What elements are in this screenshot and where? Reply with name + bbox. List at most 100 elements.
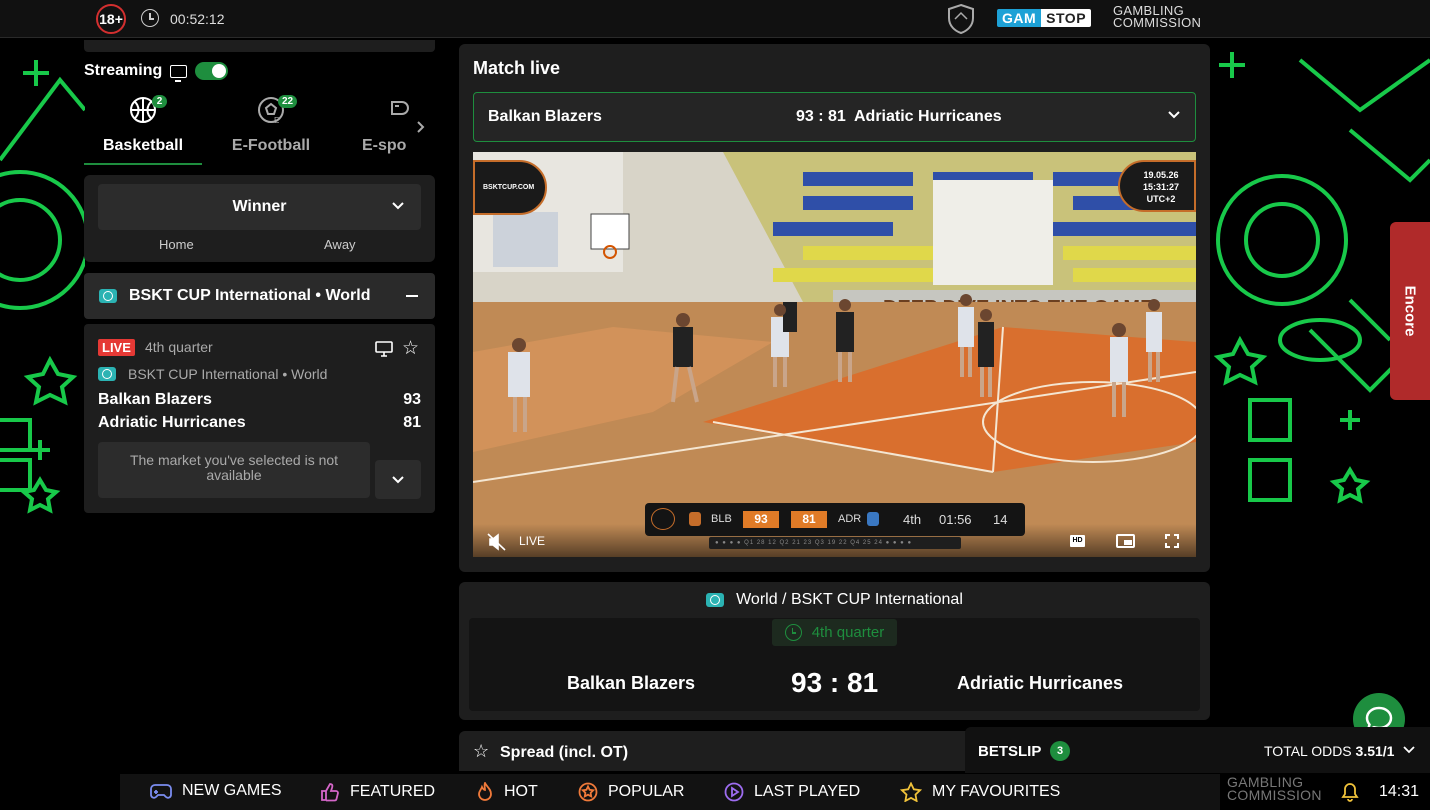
flame-icon: [478, 782, 492, 801]
fullscreen-icon[interactable]: [1165, 534, 1179, 548]
encore-side-tab[interactable]: Encore: [1390, 222, 1430, 400]
tab-e-football-count: 22: [278, 95, 298, 108]
age-restriction-badge: 18+: [96, 4, 126, 34]
globe-icon: [99, 289, 117, 303]
video-watermark-right: 19.05.26 15:31:27 UTC+2: [1118, 160, 1196, 212]
video-watermark-left: BSKTCUP.COM: [473, 160, 547, 215]
betslip-label: BETSLIP: [978, 743, 1042, 760]
picture-in-picture-icon[interactable]: [1116, 534, 1135, 548]
match-live-card: Match live Balkan Blazers 93 : 81 Adriat…: [459, 44, 1210, 572]
encore-label: Encore: [1401, 285, 1419, 337]
scorebug-home-score: 93: [743, 511, 779, 528]
top-bar: 18+ 00:52:12 GAM STOP GAMBLING COMMISSIO…: [0, 0, 1430, 38]
nav-popular-label: POPULAR: [608, 783, 685, 800]
gambling-commission-logo[interactable]: GAMBLING COMMISSION: [1113, 4, 1202, 30]
video-timezone: UTC+2: [1146, 194, 1176, 204]
event-card[interactable]: LIVE 4th quarter ☆ BSKT CUP Internationa…: [84, 324, 435, 513]
chevron-down-icon: [392, 475, 404, 483]
clock-icon: [141, 9, 159, 27]
nav-new-games[interactable]: NEW GAMES: [150, 782, 282, 800]
video-date: 19.05.26: [1143, 170, 1179, 180]
away-team-name: Adriatic Hurricanes: [98, 414, 246, 431]
favourite-star-icon[interactable]: ☆: [402, 337, 419, 360]
scoreboard-home-team: Balkan Blazers: [567, 673, 696, 693]
play-icon: [724, 782, 744, 802]
streaming-toggle-row: Streaming: [84, 62, 229, 82]
nav-hot[interactable]: HOT: [476, 782, 538, 802]
chevron-right-icon[interactable]: [416, 120, 426, 134]
scorebug-shot-clock: 14: [993, 512, 1008, 527]
scoreboard-away-team: Adriatic Hurricanes: [957, 673, 1124, 693]
nav-featured[interactable]: FEATURED: [320, 782, 435, 802]
sidebar-top-card: [84, 40, 435, 52]
monitor-icon: [170, 64, 188, 82]
nav-my-favourites[interactable]: MY FAVOURITES: [900, 782, 1060, 802]
gamstop-gam-text: GAM: [997, 9, 1042, 27]
sport-tabs: 2 Basketball E 22 E-Football E-spo: [84, 92, 436, 166]
match-live-title: Match live: [473, 58, 561, 78]
scorebug-away-abbr: ADR: [838, 513, 862, 525]
video-scorebug: BLB 93 81 ADR 4th 01:56 14: [645, 503, 1025, 536]
match-selector-away: Adriatic Hurricanes: [854, 108, 1002, 125]
match-selector-score: 93 : 81: [796, 108, 846, 125]
session-timer: 00:52:12: [170, 11, 225, 27]
tab-basketball-count: 2: [152, 95, 167, 108]
scoreboard-card: World / BSKT CUP International 4th quart…: [459, 582, 1210, 720]
nav-new-games-label: NEW GAMES: [182, 782, 282, 799]
star-icon: [900, 782, 922, 802]
scoreboard-league: World / BSKT CUP International: [459, 591, 1210, 609]
expand-markets-button[interactable]: [375, 460, 421, 499]
video-time: 15:31:27: [1142, 182, 1180, 192]
shield-icon[interactable]: [946, 3, 976, 35]
league-header[interactable]: BSKT CUP International • World: [84, 273, 435, 319]
market-dropdown[interactable]: Winner: [98, 184, 421, 230]
tab-e-sports[interactable]: E-spo: [340, 92, 410, 165]
total-odds-value: 3.51/1: [1355, 743, 1395, 759]
live-video-player[interactable]: DEEP DIVE INTO THE GAME BSKTCUP.COM 19.0…: [473, 152, 1196, 557]
tab-e-football-label: E-Football: [231, 137, 311, 154]
scorebug-clock: 01:56: [939, 512, 972, 527]
scorebug-home-abbr: BLB: [711, 513, 732, 525]
nav-hot-label: HOT: [504, 783, 538, 800]
gamstop-logo[interactable]: GAM STOP: [997, 9, 1092, 27]
scoreboard-period: 4th quarter: [811, 624, 885, 641]
gamepad-icon: [391, 101, 409, 115]
muted-speaker-icon[interactable]: [487, 533, 507, 551]
market-unavailable-message: The market you've selected is not availa…: [98, 442, 370, 498]
betslip-bar[interactable]: BETSLIP 3 TOTAL ODDS 3.51/1: [965, 727, 1430, 773]
league-name: BSKT CUP International • World: [129, 287, 371, 304]
gc-line2: COMMISSION: [1113, 15, 1202, 30]
scoreboard-panel: 4th quarter Balkan Blazers 93 : 81 Adria…: [469, 618, 1200, 711]
nav-last-played-label: LAST PLAYED: [754, 783, 861, 800]
nav-last-played[interactable]: LAST PLAYED: [724, 782, 860, 802]
chevron-down-icon[interactable]: [1403, 746, 1415, 754]
total-odds-label: TOTAL ODDS: [1264, 743, 1352, 759]
streaming-label: Streaming: [84, 62, 163, 79]
event-period: 4th quarter: [145, 339, 213, 355]
popular-star-icon: [578, 782, 598, 802]
collapse-icon[interactable]: [406, 295, 418, 297]
stream-monitor-icon[interactable]: [375, 341, 393, 357]
gamepad-icon: [150, 784, 172, 799]
match-selector[interactable]: Balkan Blazers 93 : 81 Adriatic Hurrican…: [473, 92, 1196, 142]
home-team-score: 93: [403, 391, 421, 408]
tab-basketball[interactable]: 2 Basketball: [84, 92, 202, 165]
market-selected-label: Winner: [232, 198, 287, 215]
tab-e-sports-label: E-spo: [362, 137, 407, 154]
video-live-label: LIVE: [519, 534, 546, 548]
tab-e-football[interactable]: E 22 E-Football: [212, 92, 330, 165]
streaming-toggle[interactable]: [195, 62, 229, 80]
nav-popular[interactable]: POPULAR: [578, 782, 684, 802]
scorebug-quarter-strip: ● ● ● ● Q1 28 12 Q2 21 23 Q3 19 22 Q4 25…: [709, 537, 961, 549]
bell-icon[interactable]: [1341, 782, 1359, 802]
column-home-label: Home: [159, 237, 194, 252]
hd-quality-icon[interactable]: HD: [1070, 535, 1085, 547]
away-team-logo-icon: [867, 512, 879, 526]
live-badge: LIVE: [98, 339, 135, 356]
favourite-star-icon[interactable]: ☆: [473, 741, 489, 762]
gambling-commission-logo-footer[interactable]: GAMBLING COMMISSION: [1227, 775, 1322, 802]
spread-market-title: Spread (incl. OT): [500, 744, 629, 761]
gamstop-stop-text: STOP: [1041, 9, 1092, 27]
globe-icon: [98, 367, 116, 381]
nav-my-favourites-label: MY FAVOURITES: [932, 783, 1061, 800]
